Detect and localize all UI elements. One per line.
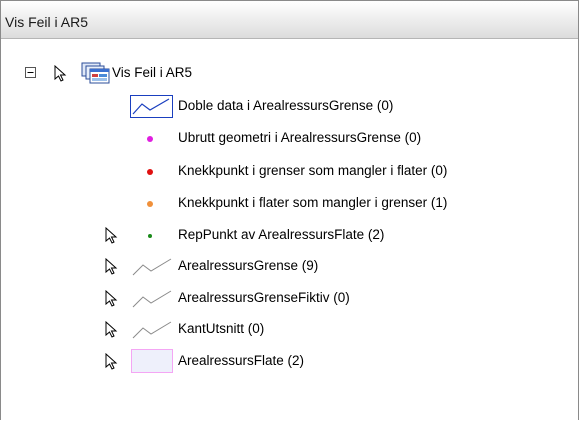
layer-panel: Vis Feil i AR5 Vis Feil i AR5 Doble data… [0,0,579,420]
layer-arealressursflate[interactable]: ArealressursFlate (2) [1,347,578,375]
select-arrow-icon[interactable] [105,227,119,244]
layer-reppunkt[interactable]: RepPunkt av ArealressursFlate (2) [1,221,578,249]
layer-label: RepPunkt av ArealressursFlate (2) [178,227,385,242]
panel-titlebar: Vis Feil i AR5 [1,1,578,39]
point-symbol-icon [147,201,153,207]
line-symbol-icon [132,290,172,308]
panel-title: Vis Feil i AR5 [5,14,88,30]
layer-kantutsnitt[interactable]: KantUtsnitt (0) [1,315,578,343]
layer-label: ArealressursFlate (2) [178,353,305,368]
tree-root-row[interactable]: Vis Feil i AR5 [1,59,578,87]
group-item-ubrutt-geometri[interactable]: Ubrutt geometri i ArealressursGrense (0) [1,124,578,152]
layer-label: ArealressursGrenseFiktiv (0) [178,290,350,305]
point-symbol-icon [148,234,152,238]
group-item-label: Knekkpunkt i flater som mangler i grense… [178,195,448,210]
select-arrow-icon[interactable] [105,321,119,338]
group-item-label: Doble data i ArealressursGrense (0) [178,98,394,113]
group-item-knekkpunkt-flater[interactable]: Knekkpunkt i flater som mangler i grense… [1,189,578,217]
layer-label: ArealressursGrense (9) [178,258,319,273]
group-item-label: Knekkpunkt i grenser som mangler i flate… [178,163,448,178]
layer-arealressursgrensefiktiv[interactable]: ArealressursGrenseFiktiv (0) [1,284,578,312]
line-symbol-icon [132,258,172,276]
collapse-icon[interactable] [25,67,36,78]
select-arrow-icon[interactable] [105,353,119,370]
group-item-label: Ubrutt geometri i ArealressursGrense (0) [178,130,422,145]
point-symbol-icon [147,169,153,175]
tree-root-label: Vis Feil i AR5 [112,65,193,80]
layer-label: KantUtsnitt (0) [178,321,265,336]
line-symbol-icon [132,321,172,339]
line-symbol-icon [130,95,173,118]
select-arrow-icon[interactable] [105,258,119,275]
select-arrow-icon[interactable] [54,65,68,82]
group-item-knekkpunkt-grenser[interactable]: Knekkpunkt i grenser som mangler i flate… [1,157,578,185]
polygon-symbol-icon [131,349,173,373]
point-symbol-icon [147,136,153,142]
layer-group-icon [81,62,110,84]
select-arrow-icon[interactable] [105,290,119,307]
layer-arealressursgrense[interactable]: ArealressursGrense (9) [1,252,578,280]
group-item-doble-data[interactable]: Doble data i ArealressursGrense (0) [1,92,578,120]
